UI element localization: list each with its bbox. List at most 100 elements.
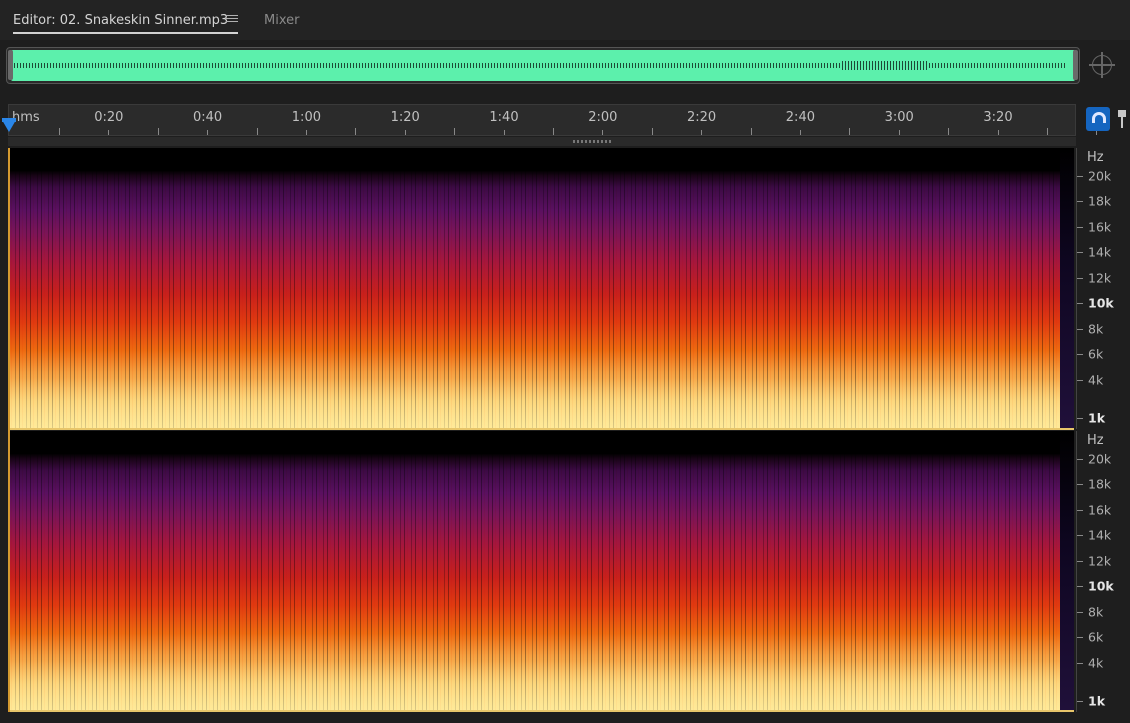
ruler-tick xyxy=(256,128,258,135)
ruler-tick xyxy=(602,130,604,135)
frequency-label: 20k xyxy=(1088,168,1112,184)
panel-tab-bar: Editor: 02. Snakeskin Sinner.mp3 Mixer xyxy=(0,0,1130,40)
ruler-tick xyxy=(553,128,554,135)
ruler-tick xyxy=(800,130,801,135)
ruler-tick xyxy=(355,128,357,135)
zoom-target-icon[interactable] xyxy=(1089,52,1115,78)
frequency-label: 20k xyxy=(1088,451,1112,467)
frequency-tick xyxy=(1077,380,1083,381)
frequency-label: 10k xyxy=(1088,295,1114,311)
ruler-label: 2:20 xyxy=(686,110,717,125)
frequency-tick xyxy=(1077,176,1083,177)
ruler-label: 2:40 xyxy=(785,110,815,125)
waveform-overview[interactable] xyxy=(6,47,1080,84)
ruler-label: 1:00 xyxy=(291,110,321,125)
ruler-label: 3:00 xyxy=(884,110,914,125)
frequency-label: 6k xyxy=(1088,346,1104,362)
ruler-tick xyxy=(306,130,307,135)
spectral-channel-left[interactable] xyxy=(8,148,1074,429)
frequency-label: 10k xyxy=(1088,578,1114,594)
playhead-marker[interactable] xyxy=(2,120,16,132)
frequency-label: 12k xyxy=(1088,270,1112,286)
playhead-line xyxy=(8,148,10,712)
tab-editor[interactable]: Editor: 02. Snakeskin Sinner.mp3 xyxy=(13,12,239,34)
frequency-tick xyxy=(1077,329,1083,330)
ruler-tick xyxy=(404,130,406,135)
ruler-label: 1:20 xyxy=(390,110,420,125)
frequency-tick xyxy=(1077,201,1083,202)
frequency-tick xyxy=(1077,701,1083,702)
splitter-grip-icon[interactable] xyxy=(573,140,611,143)
frequency-label: 4k xyxy=(1088,655,1104,671)
frequency-tick xyxy=(1077,227,1083,228)
ruler-tick xyxy=(898,130,900,135)
spectral-channel-right[interactable] xyxy=(8,431,1074,712)
frequency-tick xyxy=(1077,418,1083,419)
ruler-tick xyxy=(997,130,999,135)
ruler-tick xyxy=(849,128,851,135)
frequency-tick xyxy=(1077,535,1083,536)
frequency-tick xyxy=(1077,510,1083,511)
ruler-tick xyxy=(454,128,456,135)
frequency-tick xyxy=(1077,278,1083,279)
frequency-label: 18k xyxy=(1088,476,1112,492)
overview-waveform-loud-section xyxy=(842,61,929,70)
frequency-label: 6k xyxy=(1088,629,1104,645)
overview-left-handle[interactable] xyxy=(8,50,13,80)
tab-mixer[interactable]: Mixer xyxy=(264,12,299,32)
frequency-label: 4k xyxy=(1088,372,1104,388)
ruler-tick xyxy=(948,128,950,135)
magnet-snap-icon[interactable] xyxy=(1086,107,1110,131)
ruler-label: 1:40 xyxy=(489,110,519,125)
ruler-tick xyxy=(750,128,752,135)
channel-baseline xyxy=(8,428,1074,430)
frequency-tick xyxy=(1077,663,1083,664)
frequency-tick xyxy=(1077,586,1083,587)
frequency-label: 8k xyxy=(1088,321,1104,337)
channel-baseline xyxy=(8,710,1074,712)
frequency-axis-right-channel[interactable]: Hz 20k 18k 16k 14k 12k 10k 8k 6k 4k 1k xyxy=(1076,431,1130,712)
overview-right-handle[interactable] xyxy=(1073,50,1078,80)
frequency-tick xyxy=(1077,484,1083,485)
frequency-tick xyxy=(1077,459,1083,460)
frequency-label: 1k xyxy=(1088,410,1106,426)
spectrogram-low-band xyxy=(8,661,1074,712)
frequency-label: 18k xyxy=(1088,193,1112,209)
ruler-tick xyxy=(1047,128,1048,135)
ruler-tick xyxy=(59,128,60,135)
ruler-splitter[interactable] xyxy=(8,137,1076,146)
frequency-tick xyxy=(1077,252,1083,253)
marker-pin-icon[interactable] xyxy=(1118,110,1126,128)
frequency-label: 14k xyxy=(1088,244,1112,260)
ruler-label: 0:40 xyxy=(192,110,223,125)
ruler-label: 2:00 xyxy=(588,110,618,125)
frequency-tick xyxy=(1077,612,1083,613)
ruler-tick xyxy=(157,128,159,135)
time-ruler[interactable]: hms 0:20 0:40 1:00 1:20 1:40 2:00 2:20 2:40 3:00… xyxy=(8,104,1098,136)
frequency-tick xyxy=(1077,354,1083,355)
spectrogram-tail xyxy=(1060,431,1074,712)
frequency-tick xyxy=(1077,561,1083,562)
ruler-label: 0:20 xyxy=(94,110,124,125)
frequency-label: 14k xyxy=(1088,527,1112,543)
frequency-label: 8k xyxy=(1088,604,1104,620)
ruler-unit-label: hms xyxy=(12,110,40,125)
frequency-unit-label: Hz xyxy=(1087,433,1104,448)
ruler-label: 3:20 xyxy=(983,110,1013,125)
frequency-tick xyxy=(1077,303,1083,304)
frequency-label: 12k xyxy=(1088,553,1112,569)
frequency-unit-label: Hz xyxy=(1087,150,1104,165)
spectrogram-low-band xyxy=(8,378,1074,429)
ruler-tick xyxy=(503,130,505,135)
ruler-tick xyxy=(108,130,110,135)
hamburger-menu-icon[interactable] xyxy=(226,13,238,25)
ruler-tick xyxy=(701,130,703,135)
frequency-label: 16k xyxy=(1088,502,1112,518)
frequency-label: 1k xyxy=(1088,693,1106,709)
frequency-label: 16k xyxy=(1088,219,1112,235)
frequency-axis-left-channel[interactable]: Hz 20k 18k 16k 14k 12k 10k 8k 6k 4k 1k xyxy=(1076,148,1130,429)
spectrogram-tail xyxy=(1060,148,1074,429)
ruler-tick xyxy=(207,130,209,135)
ruler-tick xyxy=(651,128,653,135)
frequency-tick xyxy=(1077,637,1083,638)
